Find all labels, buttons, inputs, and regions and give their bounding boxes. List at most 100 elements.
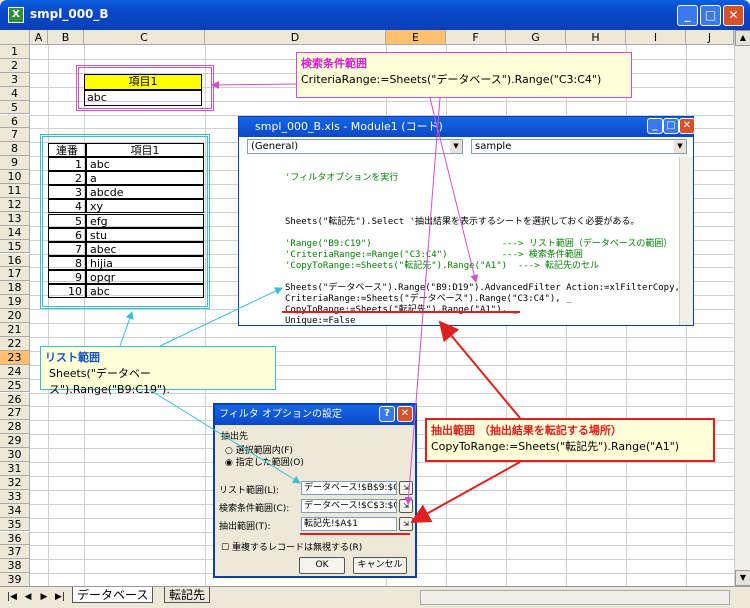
row-header-9[interactable]: 9 bbox=[0, 156, 30, 171]
row-header-20[interactable]: 20 bbox=[0, 309, 30, 323]
row-header-6[interactable]: 6 bbox=[0, 114, 30, 129]
filter-options-dialog[interactable]: フィルタ オプションの設定 ? ✕ 抽出先 ○ 選択範囲内(F) ◉ 指定した範… bbox=[213, 403, 417, 578]
scroll-down-button[interactable]: ▼ bbox=[735, 570, 750, 586]
row-header-38[interactable]: 38 bbox=[0, 559, 30, 574]
column-header-a[interactable]: A bbox=[30, 30, 48, 45]
column-header-h[interactable]: H bbox=[566, 30, 626, 45]
row-header-23[interactable]: 23 bbox=[0, 350, 30, 365]
column-header-i[interactable]: I bbox=[626, 30, 686, 45]
list-number-cell[interactable]: 6 bbox=[48, 227, 86, 242]
vbe-vertical-scrollbar[interactable] bbox=[679, 157, 693, 325]
row-header-12[interactable]: 12 bbox=[0, 197, 30, 212]
row-header-39[interactable]: 39 bbox=[0, 573, 30, 586]
ok-button[interactable]: OK bbox=[299, 557, 345, 574]
list-item-cell[interactable]: abc bbox=[86, 157, 204, 172]
column-header-g[interactable]: G bbox=[506, 30, 566, 45]
sheet-tab-database[interactable]: データベース bbox=[72, 587, 154, 603]
row-header-19[interactable]: 19 bbox=[0, 295, 30, 310]
maximize-button[interactable]: □ bbox=[700, 5, 721, 26]
option-copy-to[interactable]: ◉ 指定した範囲(O) bbox=[225, 455, 304, 468]
list-item-cell[interactable]: xy bbox=[86, 199, 204, 214]
column-header-d[interactable]: D bbox=[205, 30, 386, 45]
row-header-37[interactable]: 37 bbox=[0, 545, 30, 560]
first-sheet-icon[interactable]: |◀ bbox=[6, 590, 18, 604]
row-header-32[interactable]: 32 bbox=[0, 475, 30, 490]
list-header-cell[interactable]: 連番 bbox=[48, 143, 86, 158]
vbe-code-window[interactable]: smpl_000_B.xls - Module1 (コード) _ □ ✕ (Ge… bbox=[238, 116, 695, 326]
excel-icon[interactable]: X bbox=[8, 7, 24, 23]
unique-records-checkbox[interactable]: ☐ 重複するレコードは無視する(R) bbox=[221, 540, 362, 553]
list-item-cell[interactable]: a bbox=[86, 171, 204, 186]
row-header-36[interactable]: 36 bbox=[0, 531, 30, 546]
code-line[interactable]: 'CriteriaRange:=Range("C3:C4") ---> 検索条件… bbox=[285, 250, 583, 261]
row-header-34[interactable]: 34 bbox=[0, 503, 30, 518]
list-number-cell[interactable]: 1 bbox=[48, 157, 86, 172]
code-line[interactable]: CopyToRange:=Sheets("転記先").Range("A1"), … bbox=[285, 305, 518, 316]
scroll-up-button[interactable]: ▲ bbox=[735, 30, 750, 46]
row-header-4[interactable]: 4 bbox=[0, 86, 30, 101]
row-header-13[interactable]: 13 bbox=[0, 211, 30, 226]
vertical-scrollbar[interactable]: ▲ ▼ bbox=[734, 30, 750, 586]
vbe-close-button[interactable]: ✕ bbox=[679, 118, 695, 134]
row-header-30[interactable]: 30 bbox=[0, 448, 30, 462]
row-header-33[interactable]: 33 bbox=[0, 489, 30, 504]
list-number-cell[interactable]: 7 bbox=[48, 241, 86, 256]
row-header-26[interactable]: 26 bbox=[0, 392, 30, 407]
row-header-8[interactable]: 8 bbox=[0, 142, 30, 157]
cancel-button[interactable]: キャンセル bbox=[353, 557, 407, 574]
row-header-31[interactable]: 31 bbox=[0, 462, 30, 476]
criteria-range-input[interactable]: データベース!$C$3:$C$4 bbox=[301, 499, 397, 513]
close-button[interactable]: ✕ bbox=[723, 5, 744, 26]
select-all-corner[interactable] bbox=[0, 30, 30, 45]
copy-range-input[interactable]: 転記先!$A$1 bbox=[301, 517, 397, 531]
criteria-value-cell[interactable]: abc bbox=[84, 90, 202, 106]
vbe-maximize-button[interactable]: □ bbox=[663, 118, 679, 134]
vbe-minimize-button[interactable]: _ bbox=[647, 118, 663, 134]
column-header-e[interactable]: E bbox=[386, 30, 446, 45]
list-item-cell[interactable]: stu bbox=[86, 227, 204, 242]
column-header-f[interactable]: F bbox=[446, 30, 506, 45]
code-line[interactable]: Sheets("転記先").Select '抽出結果を表示するシートを選択してお… bbox=[285, 217, 639, 228]
row-header-35[interactable]: 35 bbox=[0, 517, 30, 532]
list-number-cell[interactable]: 5 bbox=[48, 213, 86, 228]
code-line[interactable]: Sheets("データベース").Range("B9:D19").Advance… bbox=[285, 283, 679, 294]
list-number-cell[interactable]: 9 bbox=[48, 269, 86, 284]
criteria-header-cell[interactable]: 項目1 bbox=[84, 74, 202, 90]
code-line[interactable]: 'フィルタオプションを実行 bbox=[285, 173, 398, 184]
row-header-22[interactable]: 22 bbox=[0, 336, 30, 351]
row-header-17[interactable]: 17 bbox=[0, 267, 30, 282]
code-line[interactable]: CriteriaRange:=Sheets("データベース").Range("C… bbox=[285, 294, 572, 305]
vbe-object-combo[interactable]: (General) ▼ bbox=[247, 139, 463, 154]
list-item-cell[interactable]: efg bbox=[86, 213, 204, 228]
row-header-25[interactable]: 25 bbox=[0, 378, 30, 393]
row-header-7[interactable]: 7 bbox=[0, 128, 30, 143]
row-header-27[interactable]: 27 bbox=[0, 406, 30, 421]
list-item-cell[interactable]: opqr bbox=[86, 269, 204, 284]
chevron-down-icon[interactable]: ▼ bbox=[450, 140, 462, 153]
column-header-b[interactable]: B bbox=[48, 30, 84, 45]
row-header-10[interactable]: 10 bbox=[0, 170, 30, 184]
list-number-cell[interactable]: 10 bbox=[48, 284, 86, 299]
sheet-tab-transfer[interactable]: 転記先 bbox=[164, 587, 211, 603]
row-header-3[interactable]: 3 bbox=[0, 72, 30, 87]
code-line[interactable]: 'Range("B9:C19") ---> リスト範囲（データベースの範囲） bbox=[285, 239, 672, 250]
row-header-24[interactable]: 24 bbox=[0, 364, 30, 379]
list-number-cell[interactable]: 4 bbox=[48, 199, 86, 214]
column-header-c[interactable]: C bbox=[84, 30, 205, 45]
list-item-cell[interactable]: abc bbox=[86, 284, 204, 299]
row-header-21[interactable]: 21 bbox=[0, 323, 30, 337]
vbe-code-editor[interactable]: 'フィルタオプションを実行 Sheets("転記先").Select '抽出結果を… bbox=[239, 157, 679, 325]
row-header-15[interactable]: 15 bbox=[0, 239, 30, 254]
list-range-input[interactable]: データベース!$B$9:$C$1! bbox=[301, 481, 397, 495]
row-header-1[interactable]: 1 bbox=[0, 45, 30, 59]
list-item-cell[interactable]: hijia bbox=[86, 255, 204, 270]
list-number-cell[interactable]: 2 bbox=[48, 171, 86, 186]
vbe-procedure-combo[interactable]: sample ▼ bbox=[471, 139, 687, 154]
copy-range-picker-icon[interactable]: ⇲ bbox=[399, 517, 413, 531]
row-header-2[interactable]: 2 bbox=[0, 58, 30, 73]
list-number-cell[interactable]: 3 bbox=[48, 185, 86, 200]
list-number-cell[interactable]: 8 bbox=[48, 255, 86, 270]
row-header-16[interactable]: 16 bbox=[0, 253, 30, 268]
row-header-18[interactable]: 18 bbox=[0, 281, 30, 296]
row-header-5[interactable]: 5 bbox=[0, 100, 30, 115]
